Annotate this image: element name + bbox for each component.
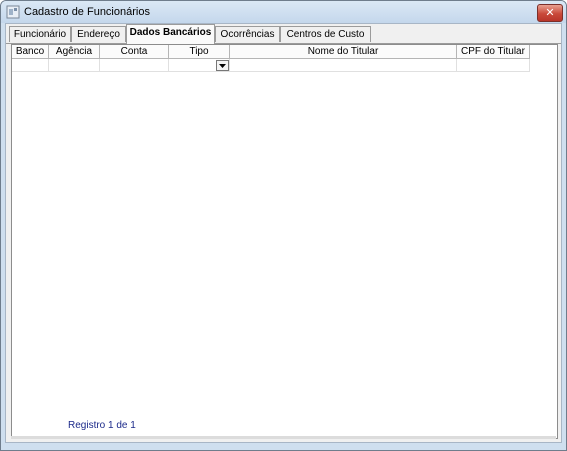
column-header-nome-do-titular[interactable]: Nome do Titular <box>230 45 457 59</box>
title-bar[interactable]: Cadastro de Funcionários ✕ <box>1 1 566 23</box>
horizontal-scrollbar[interactable] <box>11 436 556 439</box>
tab-strip: Funcionário Endereço Dados Bancários Oco… <box>6 24 561 44</box>
tipo-dropdown-button[interactable] <box>216 60 229 71</box>
tab-funcionario[interactable]: Funcionário <box>9 26 71 42</box>
client-area: Funcionário Endereço Dados Bancários Oco… <box>5 23 562 443</box>
cell-cpf-do-titular[interactable] <box>457 59 530 72</box>
column-header-agencia[interactable]: Agência <box>49 45 100 59</box>
tab-endereco[interactable]: Endereço <box>71 26 126 42</box>
column-header-banco[interactable]: Banco <box>12 45 49 59</box>
cell-nome-do-titular[interactable] <box>230 59 457 72</box>
tab-ocorrencias[interactable]: Ocorrências <box>215 26 280 42</box>
cell-conta[interactable] <box>100 59 169 72</box>
app-icon <box>6 5 20 19</box>
close-button[interactable]: ✕ <box>537 4 563 22</box>
bank-data-grid[interactable]: Banco Agência Conta Tipo Nome do Titular… <box>11 44 558 439</box>
main-window: Cadastro de Funcionários ✕ Funcionário E… <box>0 0 567 451</box>
chevron-down-icon <box>219 64 226 68</box>
cell-banco[interactable] <box>12 59 49 72</box>
tab-dados-bancarios[interactable]: Dados Bancários <box>126 24 215 44</box>
record-status: Registro 1 de 1 <box>68 420 136 431</box>
window-title: Cadastro de Funcionários <box>24 6 150 18</box>
cell-agencia[interactable] <box>49 59 100 72</box>
column-header-conta[interactable]: Conta <box>100 45 169 59</box>
column-header-cpf-do-titular[interactable]: CPF do Titular <box>457 45 530 59</box>
tab-centros-de-custo[interactable]: Centros de Custo <box>280 26 371 42</box>
column-header-tipo[interactable]: Tipo <box>169 45 230 59</box>
